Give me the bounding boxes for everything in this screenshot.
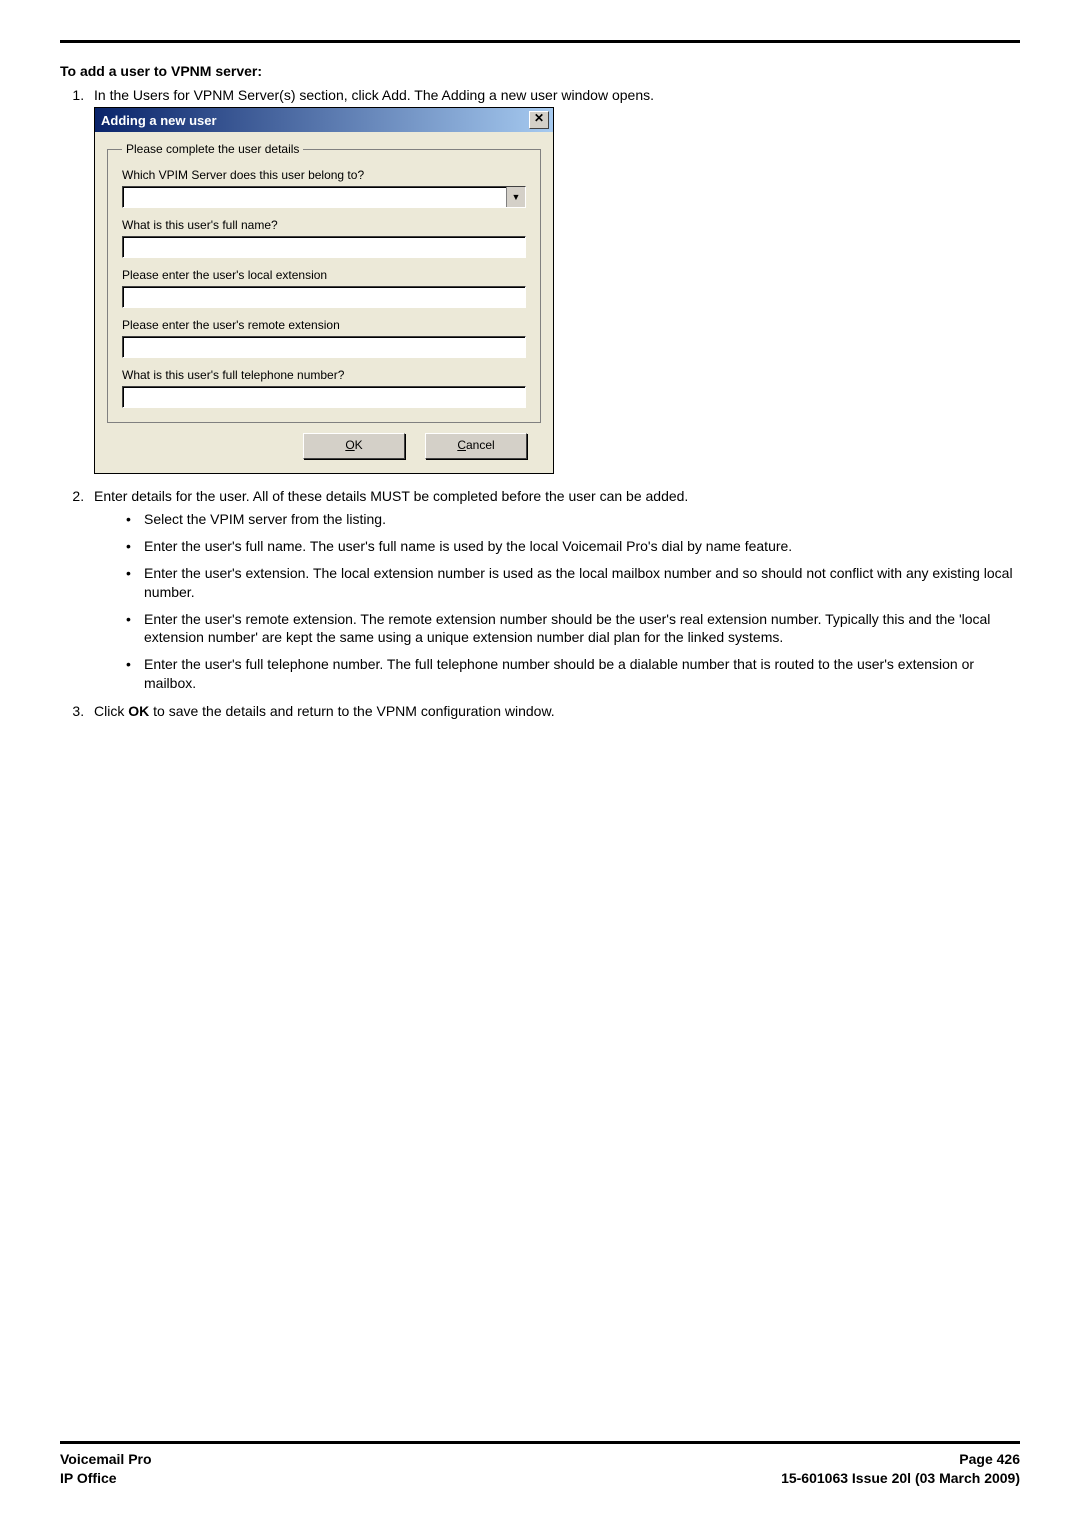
add-user-dialog: Adding a new user ✕ Please complete the … xyxy=(94,107,554,474)
document-page: To add a user to VPNM server: In the Use… xyxy=(0,0,1080,1528)
list-item: Enter the user's extension. The local ex… xyxy=(122,564,1020,602)
step-3: Click OK to save the details and return … xyxy=(88,703,1020,719)
label-fullname: What is this user's full name? xyxy=(122,218,526,232)
footer-right-2: 15-601063 Issue 20l (03 March 2009) xyxy=(781,1469,1020,1488)
step-2-bullets: Select the VPIM server from the listing.… xyxy=(122,510,1020,693)
phone-input[interactable] xyxy=(122,386,526,408)
fullname-input[interactable] xyxy=(122,236,526,258)
list-item: Enter the user's full telephone number. … xyxy=(122,655,1020,693)
groupbox-legend: Please complete the user details xyxy=(122,142,303,156)
footer-divider xyxy=(60,1441,1020,1444)
step-3-prefix: Click xyxy=(94,703,128,719)
footer-left-1: Voicemail Pro xyxy=(60,1450,152,1469)
dialog-body: Please complete the user details Which V… xyxy=(95,132,553,473)
dialog-button-row: OK Cancel xyxy=(107,423,541,463)
label-phone: What is this user's full telephone numbe… xyxy=(122,368,526,382)
section-heading: To add a user to VPNM server: xyxy=(60,63,1020,79)
dialog-title: Adding a new user xyxy=(101,113,217,128)
close-icon[interactable]: ✕ xyxy=(529,111,549,129)
label-server: Which VPIM Server does this user belong … xyxy=(122,168,526,182)
step-3-suffix: to save the details and return to the VP… xyxy=(149,703,554,719)
local-extension-input[interactable] xyxy=(122,286,526,308)
label-local-ext: Please enter the user's local extension xyxy=(122,268,526,282)
ok-rest: K xyxy=(355,438,363,452)
label-remote-ext: Please enter the user's remote extension xyxy=(122,318,526,332)
footer-row-2: IP Office 15-601063 Issue 20l (03 March … xyxy=(60,1469,1020,1488)
list-item: Select the VPIM server from the listing. xyxy=(122,510,1020,529)
top-divider xyxy=(60,40,1020,43)
instruction-list: In the Users for VPNM Server(s) section,… xyxy=(88,87,1020,719)
cancel-button[interactable]: Cancel xyxy=(425,433,527,459)
chevron-down-icon: ▼ xyxy=(506,187,525,207)
page-footer: Voicemail Pro Page 426 IP Office 15-6010… xyxy=(60,1441,1020,1488)
vpim-server-select[interactable]: ▼ xyxy=(122,186,526,208)
ok-button[interactable]: OK xyxy=(303,433,405,459)
remote-extension-input[interactable] xyxy=(122,336,526,358)
list-item: Enter the user's full name. The user's f… xyxy=(122,537,1020,556)
list-item: Enter the user's remote extension. The r… xyxy=(122,610,1020,648)
user-details-groupbox: Please complete the user details Which V… xyxy=(107,142,541,423)
cancel-rest: ancel xyxy=(466,438,495,452)
step-1: In the Users for VPNM Server(s) section,… xyxy=(88,87,1020,474)
footer-right-1: Page 426 xyxy=(959,1450,1020,1469)
footer-row-1: Voicemail Pro Page 426 xyxy=(60,1450,1020,1469)
step-2: Enter details for the user. All of these… xyxy=(88,488,1020,693)
step-3-ok: OK xyxy=(128,703,149,719)
dialog-titlebar: Adding a new user ✕ xyxy=(95,108,553,132)
step-1-text: In the Users for VPNM Server(s) section,… xyxy=(94,87,654,103)
step-2-intro: Enter details for the user. All of these… xyxy=(94,488,688,504)
ok-mnemonic: O xyxy=(345,438,354,452)
cancel-mnemonic: C xyxy=(457,438,466,452)
footer-left-2: IP Office xyxy=(60,1469,117,1488)
